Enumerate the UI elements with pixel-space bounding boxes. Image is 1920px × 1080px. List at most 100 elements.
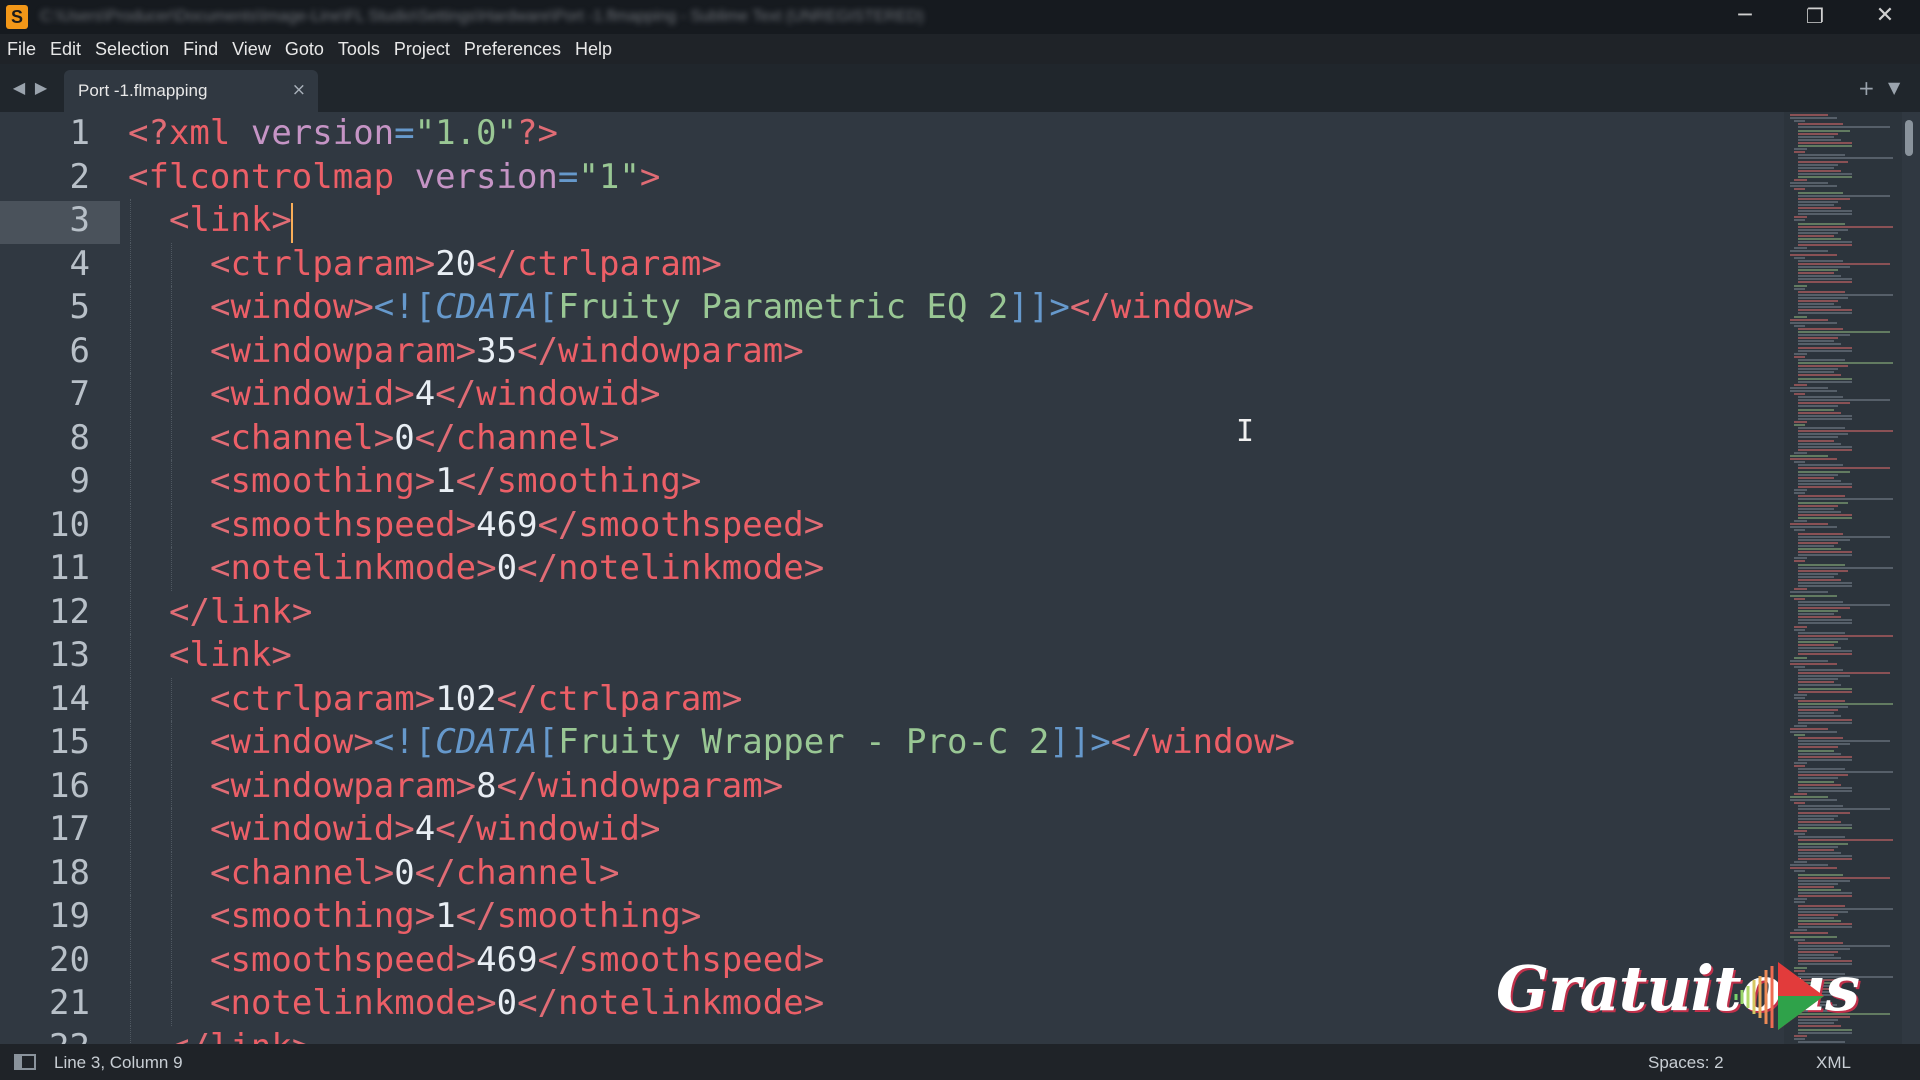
minimap-line [1798, 839, 1894, 842]
minimap-line [1798, 823, 1852, 826]
code-token: > [455, 330, 477, 371]
minimap-line [1794, 724, 1807, 727]
menu-preferences[interactable]: Preferences [457, 34, 568, 64]
minimap-line [1794, 287, 1805, 290]
minimap-line [1798, 585, 1852, 588]
code-token: > [1274, 722, 1296, 762]
restore-button[interactable]: ❐ [1780, 0, 1850, 34]
minimap-line [1798, 805, 1843, 808]
minimap-line [1794, 284, 1807, 287]
tab-back-icon[interactable]: ◀ [10, 78, 28, 98]
code-token: <![ [373, 722, 436, 762]
vertical-scrollbar[interactable] [1905, 120, 1913, 156]
minimap-line [1790, 799, 1837, 802]
code-token: ctrlparam [537, 678, 722, 719]
code-token: > [680, 896, 702, 936]
code-token: window [1151, 722, 1275, 762]
code-token: ?> [517, 113, 558, 153]
code-token: ctrlparam [517, 243, 702, 284]
indent-guide [130, 1025, 131, 1044]
code-token: < [210, 765, 231, 806]
code-token: </ [414, 417, 456, 458]
minimap-line [1794, 830, 1807, 833]
menu-view[interactable]: View [225, 34, 278, 64]
indentation-setting[interactable]: Spaces: 2 [1648, 1053, 1724, 1073]
tab-close-icon[interactable]: × [292, 80, 306, 100]
minimap-line [1798, 749, 1834, 752]
indent-guide [130, 808, 131, 852]
minimap-line [1798, 920, 1842, 922]
menu-edit[interactable]: Edit [43, 34, 88, 64]
minimap-line [1794, 420, 1807, 423]
code-token: </ [537, 939, 579, 980]
code-token: < [210, 287, 231, 327]
tab-menu-icon[interactable]: ▼ [1888, 78, 1900, 97]
code-content: <notelinkmode>0</notelinkmode> [210, 547, 824, 591]
minimap-line [1798, 774, 1849, 777]
toggle-panel-icon[interactable] [14, 1054, 36, 1070]
close-window-button[interactable]: ✕ [1850, 0, 1920, 34]
menu-tools[interactable]: Tools [331, 34, 387, 64]
minimap-line [1794, 383, 1807, 386]
code-content: <ctrlparam>102</ctrlparam> [210, 678, 742, 722]
code-line: 8 <channel>0</channel> [0, 416, 1760, 460]
code-editor[interactable]: 1 <?xml version="1.0"?> 2 <flcontrolmap ver… [0, 112, 1920, 1044]
minimap-line [1798, 194, 1890, 197]
minimap-line [1798, 892, 1852, 895]
code-line: 7 <windowid>4</windowid> [0, 373, 1760, 417]
minimap-line [1798, 225, 1894, 228]
indent-guide [130, 286, 131, 330]
minimap-line [1798, 541, 1838, 544]
code-token: > [599, 852, 620, 893]
menu-project[interactable]: Project [387, 34, 457, 64]
minimap-line [1798, 814, 1838, 817]
minimap-line [1790, 594, 1837, 597]
minimap-line [1798, 678, 1838, 681]
minimap-line [1794, 870, 1805, 873]
menu-file[interactable]: File [0, 34, 43, 64]
code-content: <link> [169, 199, 292, 243]
minimap-line [1798, 358, 1845, 361]
minimap-line [1798, 637, 1849, 640]
minimap-line [1790, 250, 1828, 253]
code-token: < [210, 374, 231, 414]
line-number: 14 [49, 678, 90, 719]
code-token: version [250, 113, 395, 153]
menu-selection[interactable]: Selection [88, 34, 176, 64]
minimize-button[interactable]: ─ [1710, 0, 1780, 34]
indent-guide [171, 938, 172, 982]
menu-goto[interactable]: Goto [278, 34, 331, 64]
minimap-line [1794, 393, 1805, 395]
code-token: 4 [414, 809, 436, 849]
code-token: <![ [373, 287, 436, 327]
tab-forward-icon[interactable]: ▶ [32, 78, 50, 98]
minimap-line [1798, 374, 1842, 377]
menu-find[interactable]: Find [176, 34, 225, 64]
code-token: smoothspeed [578, 504, 804, 545]
minimap-line [1790, 386, 1828, 389]
code-token: > [373, 417, 395, 458]
minimap-line [1798, 603, 1890, 606]
code-token: > [803, 548, 825, 588]
menu-bar: File Edit Selection Find View Goto Tools Projec… [0, 34, 1920, 64]
minimap-line [1798, 396, 1843, 399]
code-token: windowid [476, 374, 640, 414]
minimap[interactable] [1784, 112, 1902, 1044]
indent-guide [171, 895, 172, 939]
minimap-line [1798, 207, 1842, 209]
minimap-line [1794, 560, 1805, 563]
minimap-line [1798, 684, 1842, 687]
minimap-line [1798, 337, 1838, 340]
minimap-line [1794, 520, 1807, 523]
minimap-line [1798, 442, 1842, 445]
minimap-line [1794, 188, 1805, 191]
tab-active-file[interactable]: Port -1.flmapping × [64, 70, 318, 112]
minimap-line [1798, 467, 1890, 470]
line-number: 16 [49, 765, 90, 806]
new-tab-icon[interactable]: + [1858, 76, 1875, 100]
code-line: 17 <windowid>4</windowid> [0, 808, 1760, 852]
minimap-line [1798, 743, 1851, 746]
syntax-selector[interactable]: XML [1816, 1053, 1851, 1073]
menu-help[interactable]: Help [568, 34, 619, 64]
